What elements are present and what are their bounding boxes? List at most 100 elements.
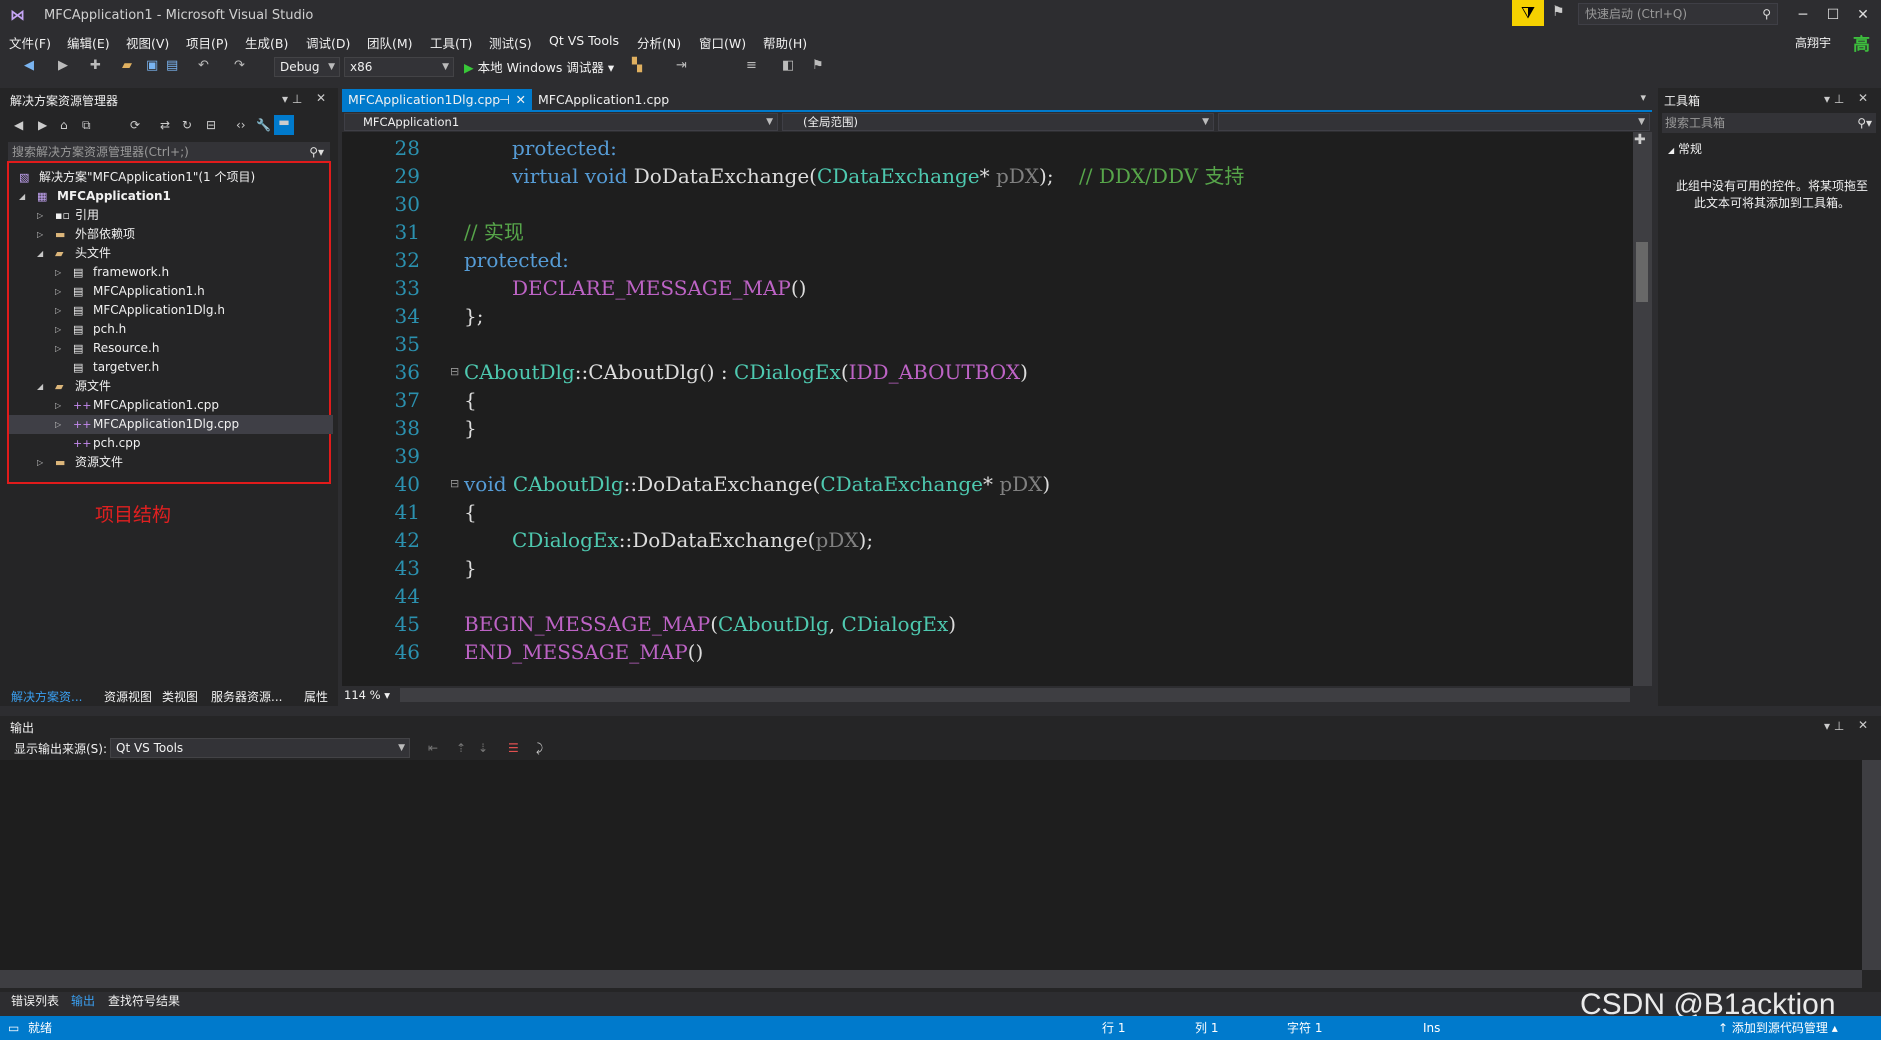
new-project-icon[interactable]: ✚ [90,58,101,73]
save-all-icon[interactable]: ▤ [166,58,178,73]
solution-search-input[interactable]: 搜索解决方案资源管理器(Ctrl+;) ⚲▾ [8,142,330,162]
pin-icon[interactable]: ▾ ⊥ [282,92,302,106]
tab-mfcapplication1-cpp[interactable]: MFCApplication1.cpp [532,89,682,111]
open-file-icon[interactable]: ▰ [122,58,132,73]
tab-resource-view[interactable]: 资源视图 [104,688,152,705]
tree-item-solution[interactable]: ▧ 解决方案"MFCApplication1"(1 个项目) [9,168,333,187]
pin-icon[interactable]: ⊣ [499,89,510,111]
close-tab-icon[interactable]: ✕ [516,89,526,111]
tree-item-file[interactable]: ++ pch.cpp [9,434,333,453]
menu-test[interactable]: 测试(S) [489,33,532,52]
editor-scroll-thumb[interactable] [1636,242,1648,302]
menu-window[interactable]: 窗口(W) [699,33,746,52]
zoom-level[interactable]: 114 % ▾ [344,688,390,702]
menu-tools[interactable]: 工具(T) [430,33,472,52]
tree-item-file[interactable]: ▷ ▤ MFCApplication1Dlg.h [9,301,333,320]
collapse-icon[interactable]: ⊟ [450,358,459,386]
back-icon[interactable]: ◀ [24,58,34,73]
user-name[interactable]: 高翔宇 [1795,34,1831,51]
tree-item-file-selected[interactable]: ▷ ++ MFCApplication1Dlg.cpp [9,415,333,434]
menu-edit[interactable]: 编辑(E) [67,33,110,52]
code-view-icon[interactable]: ‹› [236,118,246,132]
redo-icon[interactable]: ↷ [234,58,245,73]
forward-icon[interactable]: ▶ [58,58,68,73]
close-icon[interactable]: ✕ [1858,718,1868,732]
home-icon[interactable]: ⌂ [60,118,68,132]
step-icon[interactable]: ⇥ [676,58,687,73]
tree-item-file[interactable]: ▷ ▤ framework.h [9,263,333,282]
tree-item-file[interactable]: ▷ ▤ Resource.h [9,339,333,358]
tree-item-resource-files[interactable]: ▷ ▬ 资源文件 [9,453,333,472]
output-vertical-scrollbar[interactable] [1862,760,1881,970]
refresh-icon[interactable]: ↻ [182,118,192,132]
toolbox-group-general[interactable]: ◢ 常规 [1668,140,1702,157]
code-editor[interactable]: 28 protected: 29 virtual void DoDataExchan… [342,132,1633,686]
tree-item-source-files[interactable]: ◢ ▰ 源文件 [9,377,333,396]
member-dropdown[interactable]: ▼ [1218,113,1650,131]
save-icon[interactable]: ▣ [146,58,158,73]
tree-item-file[interactable]: ▷ ++ MFCApplication1.cpp [9,396,333,415]
menu-project[interactable]: 项目(P) [186,33,228,52]
prev-bookmark-icon[interactable]: ⚑ [812,58,824,73]
collapse-icon[interactable]: ⊟ [450,470,459,498]
feedback-icon[interactable]: ⚑ [1552,4,1574,24]
tree-item-file[interactable]: ▷ ▤ pch.h [9,320,333,339]
tab-server-explorer[interactable]: 服务器资源... [211,688,282,705]
minimize-button[interactable]: ─ [1788,4,1818,26]
back-icon[interactable]: ◀ [14,118,23,132]
bookmark-icon[interactable]: ◧ [782,58,794,73]
pin-icon[interactable]: ▾ ⊥ [1824,719,1844,733]
tab-properties[interactable]: 属性 [304,688,328,705]
previous-message-icon[interactable]: ⇡ [456,741,466,755]
switch-views-icon[interactable]: ⧉ [82,118,91,133]
menu-file[interactable]: 文件(F) [9,33,51,52]
user-avatar[interactable]: 高 [1853,30,1875,55]
menu-debug[interactable]: 调试(D) [306,33,350,52]
quick-launch-input[interactable]: 快速启动 (Ctrl+Q) ⚲ [1578,3,1778,25]
tree-item-file[interactable]: ▷ ▤ MFCApplication1.h [9,282,333,301]
collapse-all-icon[interactable]: ⊟ [206,118,216,132]
menu-analyze[interactable]: 分析(N) [637,33,681,52]
close-icon[interactable]: ✕ [1858,91,1868,105]
clear-all-icon[interactable]: ☰ [508,741,519,755]
output-text-area[interactable] [0,760,1862,970]
menu-build[interactable]: 生成(B) [245,33,288,52]
word-wrap-icon[interactable]: ⤸ [536,741,543,756]
solution-config-select[interactable]: Debug ▼ [274,57,340,77]
tab-class-view[interactable]: 类视图 [162,688,198,705]
notification-flag-icon[interactable]: ⧩ [1512,0,1544,26]
tree-item-header-files[interactable]: ◢ ▰ 头文件 [9,244,333,263]
next-message-icon[interactable]: ⇣ [478,741,488,755]
tab-output[interactable]: 输出 [71,992,95,1009]
menu-view[interactable]: 视图(V) [126,33,169,52]
tree-item-external-deps[interactable]: ▷ ▬ 外部依赖项 [9,225,333,244]
output-source-select[interactable]: Qt VS Tools ▼ [110,738,410,758]
toolbox-search-input[interactable]: 搜索工具箱 ⚲▾ [1662,113,1876,133]
preview-icon[interactable]: ▬ [274,115,294,135]
editor-horizontal-scrollbar[interactable] [400,688,1630,702]
sync-icon[interactable]: ⇄ [160,118,170,132]
editor-vertical-scrollbar[interactable] [1633,132,1652,686]
pin-icon[interactable]: ▾ ⊥ [1824,92,1844,106]
source-control-button[interactable]: ↑ 添加到源代码管理 ▴ [1718,1016,1838,1040]
scope-dropdown[interactable]: (全局范围) ▼ [782,113,1214,131]
project-dropdown[interactable]: MFCApplication1 ▼ [344,113,778,131]
undo-icon[interactable]: ↶ [198,58,209,73]
tab-mfcapplication1dlg-cpp[interactable]: MFCApplication1Dlg.cpp ⊣ ✕ [342,89,532,111]
platform-select[interactable]: x86 ▼ [344,57,454,77]
tab-overflow-icon[interactable]: ▾ [1640,91,1646,104]
attach-icon[interactable]: ▚ [632,58,642,73]
properties-icon[interactable]: 🔧 [256,118,271,132]
pending-changes-icon[interactable]: ⟳ [130,118,140,132]
start-debugging-button[interactable]: ▶ 本地 Windows 调试器 ▾ [464,57,614,76]
forward-icon[interactable]: ▶ [38,118,47,132]
split-editor-icon[interactable]: ✚ [1634,132,1646,148]
tab-error-list[interactable]: 错误列表 [11,992,59,1009]
close-window-button[interactable]: ✕ [1848,4,1878,26]
tree-item-project[interactable]: ◢ ▦ MFCApplication1 [9,187,333,206]
tree-item-file[interactable]: ▤ targetver.h [9,358,333,377]
close-icon[interactable]: ✕ [316,91,326,105]
go-to-line-icon[interactable]: ⇤ [428,741,438,755]
menu-help[interactable]: 帮助(H) [763,33,807,52]
menu-qt-vs-tools[interactable]: Qt VS Tools [549,33,619,48]
